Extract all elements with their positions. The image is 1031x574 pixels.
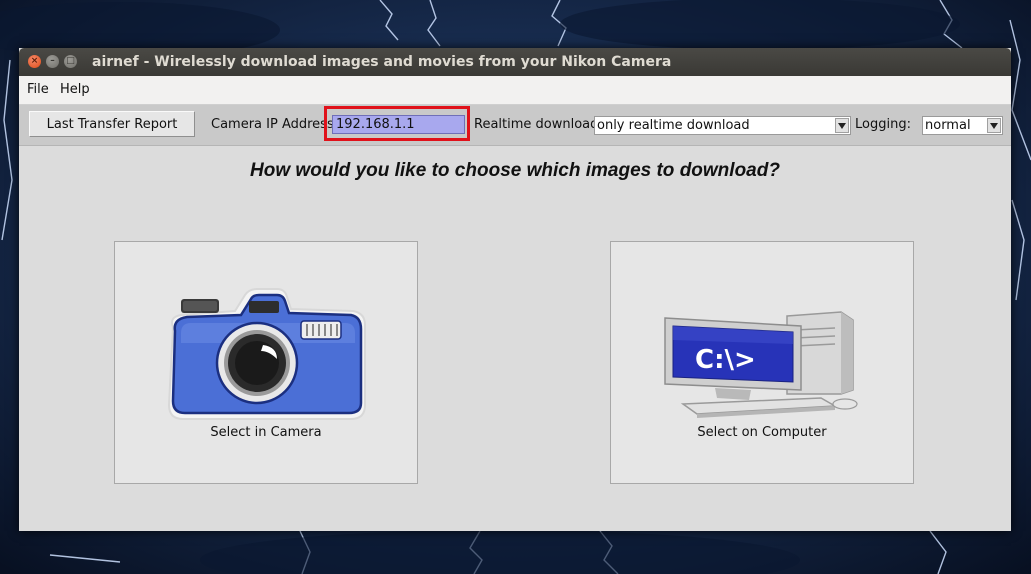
menu-help[interactable]: Help [60,76,90,104]
chevron-down-icon [990,123,998,129]
logging-dropdown-arrow[interactable] [987,118,1001,133]
realtime-download-select[interactable]: only realtime download [594,116,851,135]
page-question: How would you like to choose which image… [250,160,780,181]
realtime-dropdown-arrow[interactable] [835,118,849,133]
select-in-camera-label: Select in Camera [210,425,322,440]
logging-select[interactable]: normal [922,116,1003,135]
camera-icon [167,288,366,420]
select-on-computer-button[interactable]: C:\> Select on Computer [610,241,914,484]
select-in-camera-button[interactable]: Select in Camera [114,241,418,484]
computer-icon: C:\> [664,311,858,418]
menu-bar: File Help [19,76,1011,105]
menu-file[interactable]: File [27,76,49,104]
window-minimize-button[interactable]: – [46,55,59,68]
realtime-download-value: only realtime download [597,118,750,133]
maximize-icon: □ [66,56,75,66]
logging-label: Logging: [855,117,911,132]
window-title: airnef - Wirelessly download images and … [92,54,672,70]
last-transfer-report-button[interactable]: Last Transfer Report [29,111,195,137]
minimize-icon: – [50,56,55,66]
chevron-down-icon [838,123,846,129]
logging-value: normal [925,118,971,133]
toolbar: Last Transfer Report Camera IP Address: … [19,105,1011,146]
app-window: × – □ airnef - Wirelessly download image… [19,48,1011,531]
window-close-button[interactable]: × [28,55,41,68]
select-on-computer-label: Select on Computer [697,425,827,440]
computer-screen-text: C:\> [695,345,756,375]
realtime-download-label: Realtime download: [474,117,603,132]
camera-ip-input[interactable] [332,115,465,134]
camera-ip-label: Camera IP Address: [211,117,339,132]
window-maximize-button[interactable]: □ [64,55,77,68]
close-icon: × [30,56,39,66]
title-bar[interactable]: × – □ airnef - Wirelessly download image… [19,48,1011,76]
